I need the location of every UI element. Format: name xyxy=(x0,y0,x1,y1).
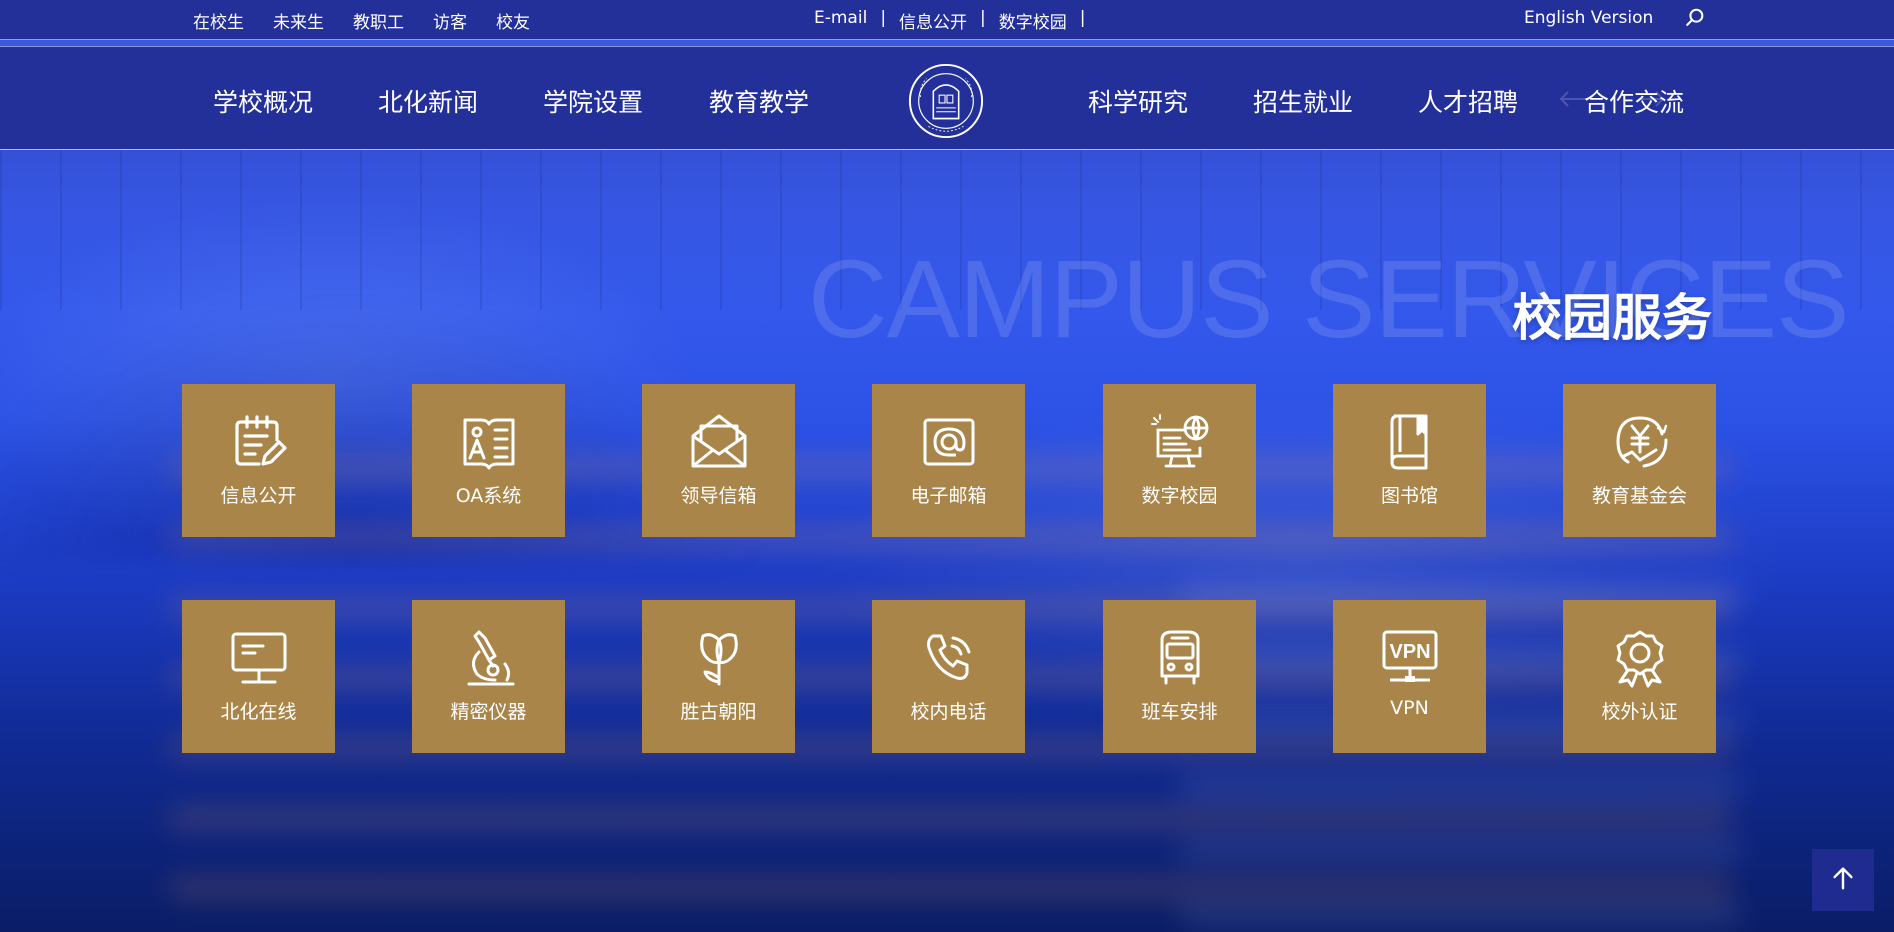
globe-monitor-icon xyxy=(1149,411,1211,473)
service-tile-education-foundation[interactable]: 教育基金会 xyxy=(1563,384,1716,537)
service-label: 班车安排 xyxy=(1141,701,1218,723)
vpn-icon-text: VPN xyxy=(1389,641,1430,663)
link-alumni[interactable]: 校友 xyxy=(496,8,530,33)
service-label: 信息公开 xyxy=(220,485,297,507)
link-digital-campus[interactable]: 数字校园 xyxy=(999,8,1067,33)
nav-colleges[interactable]: 学院设置 xyxy=(543,83,643,119)
service-tile-shenggu-chaoyang[interactable]: 胜古朝阳 xyxy=(642,600,795,753)
quick-links: E-mail | 信息公开 | 数字校园 | xyxy=(814,8,1099,33)
service-label: 领导信箱 xyxy=(680,485,757,507)
section-title: 校园服务 xyxy=(1512,289,1712,347)
service-label: 图书馆 xyxy=(1380,485,1438,507)
audience-links: 在校生 未来生 教职工 访客 校友 xyxy=(193,8,559,33)
link-current-students[interactable]: 在校生 xyxy=(193,8,244,33)
service-tile-info-disclosure[interactable]: 信息公开 xyxy=(182,384,335,537)
service-label: VPN xyxy=(1390,697,1429,719)
arrow-left-icon[interactable] xyxy=(1558,89,1588,113)
service-label: 胜古朝阳 xyxy=(680,701,757,723)
nav-research[interactable]: 科学研究 xyxy=(1088,83,1188,119)
at-sign-icon xyxy=(918,411,980,473)
main-navigation: 学校概况 北化新闻 学院设置 教育教学 科学研究 招生就业 人才招聘 合作交流 xyxy=(0,46,1894,150)
service-label: 校外认证 xyxy=(1601,701,1678,723)
link-future-students[interactable]: 未来生 xyxy=(273,8,324,33)
top-utility-bar: 在校生 未来生 教职工 访客 校友 E-mail | 信息公开 | 数字校园 |… xyxy=(0,0,1894,40)
service-tile-buct-online[interactable]: 北化在线 xyxy=(182,600,335,753)
english-version-link[interactable]: English Version xyxy=(1524,8,1653,28)
vpn-icon: VPN xyxy=(1379,627,1441,689)
nav-education[interactable]: 教育教学 xyxy=(709,83,809,119)
monitor-icon xyxy=(228,627,290,689)
phone-icon xyxy=(918,627,980,689)
link-info-disclosure[interactable]: 信息公开 xyxy=(899,8,967,33)
service-tile-oa-system[interactable]: OA系统 xyxy=(412,384,565,537)
service-label: 教育基金会 xyxy=(1591,485,1687,507)
arrow-up-icon xyxy=(1829,864,1857,896)
university-seal-logo[interactable] xyxy=(907,62,985,140)
service-label: 数字校园 xyxy=(1141,485,1218,507)
service-tile-precision-instruments[interactable]: 精密仪器 xyxy=(412,600,565,753)
service-tile-email[interactable]: 电子邮箱 xyxy=(872,384,1025,537)
nav-about[interactable]: 学校概况 xyxy=(213,83,313,119)
service-label: 精密仪器 xyxy=(450,701,527,723)
back-to-top-button[interactable] xyxy=(1812,849,1874,911)
carousel-arrows xyxy=(1558,89,1666,113)
clipboard-pen-icon xyxy=(228,411,290,473)
service-label: 校内电话 xyxy=(910,701,987,723)
bus-icon xyxy=(1149,627,1211,689)
link-separator: | xyxy=(1079,8,1086,28)
service-tile-offcampus-auth[interactable]: 校外认证 xyxy=(1563,600,1716,753)
oa-document-icon xyxy=(458,411,520,473)
award-badge-icon xyxy=(1609,627,1671,689)
service-tile-vpn[interactable]: VPN VPN xyxy=(1333,600,1486,753)
nav-admissions[interactable]: 招生就业 xyxy=(1253,83,1353,119)
yen-hand-icon xyxy=(1609,411,1671,473)
link-visitors[interactable]: 访客 xyxy=(433,8,467,33)
service-label: 北化在线 xyxy=(220,701,297,723)
link-separator: | xyxy=(980,8,986,28)
nav-news[interactable]: 北化新闻 xyxy=(378,83,478,119)
link-staff[interactable]: 教职工 xyxy=(353,8,404,33)
link-separator: | xyxy=(880,8,887,28)
service-tile-digital-campus[interactable]: 数字校园 xyxy=(1103,384,1256,537)
service-tile-campus-phone[interactable]: 校内电话 xyxy=(872,600,1025,753)
service-label: OA系统 xyxy=(455,485,522,507)
service-label: 电子邮箱 xyxy=(910,485,987,507)
tulip-icon xyxy=(688,627,750,689)
service-tile-leader-mailbox[interactable]: 领导信箱 xyxy=(642,384,795,537)
service-tile-shuttle-bus[interactable]: 班车安排 xyxy=(1103,600,1256,753)
book-icon xyxy=(1379,411,1441,473)
search-icon[interactable] xyxy=(1684,7,1706,29)
microscope-icon xyxy=(458,627,520,689)
arrow-right-icon[interactable] xyxy=(1636,89,1666,113)
nav-recruitment[interactable]: 人才招聘 xyxy=(1418,83,1518,119)
open-envelope-icon xyxy=(688,411,750,473)
service-tile-library[interactable]: 图书馆 xyxy=(1333,384,1486,537)
link-email[interactable]: E-mail xyxy=(814,8,867,33)
